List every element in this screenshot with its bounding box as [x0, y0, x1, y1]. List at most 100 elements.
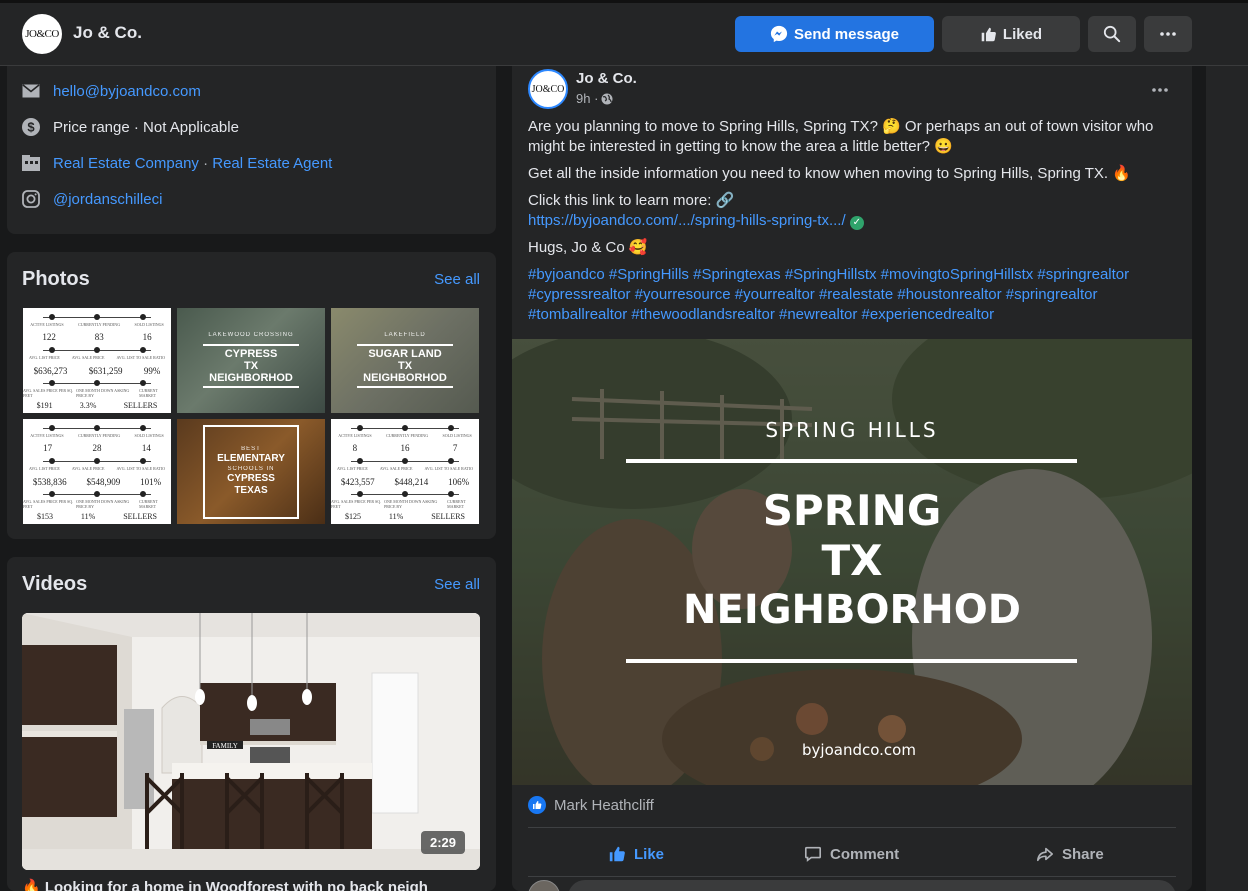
photo-thumb-schools[interactable]: BEST ELEMENTARY SCHOOLS IN CYPRESS TEXAS [177, 419, 325, 524]
photos-title: Photos [22, 268, 90, 290]
browser-edge [0, 0, 1248, 3]
image-website: byjoandco.com [802, 741, 916, 759]
stats-row-3: $125 11% SELLERS [344, 512, 465, 521]
post-paragraph-4: Hugs, Jo & Co 🥰 [528, 239, 648, 256]
stats-labels: ACTIVE LISTINGS CURRENTLY PENDING SOLD LIS… [338, 433, 472, 438]
cypress-bar [203, 385, 299, 388]
stats-row-2: $423,557 $448,214 106% [340, 477, 470, 487]
send-message-button[interactable]: Send message [735, 16, 934, 52]
post-author[interactable]: Jo & Co. [576, 70, 637, 87]
post-image[interactable]: SPRING HILLS SPRING TX NEIGHBORHOD byjoa… [512, 339, 1192, 785]
like-label: Like [634, 845, 665, 863]
search-button[interactable] [1088, 16, 1136, 52]
videos-card: Videos See all FAMILY 2:29 🔥 Looking for… [7, 557, 496, 891]
instagram-link[interactable]: @jordanschilleci [53, 191, 162, 208]
comment-label: Comment [830, 845, 900, 863]
photo-thumb-stats-3[interactable]: ACTIVE LISTINGS CURRENTLY PENDING SOLD LIS… [331, 419, 479, 524]
post-link[interactable]: https://byjoandco.com/.../spring-hills-s… [528, 212, 846, 229]
photos-see-all-link[interactable]: See all [434, 271, 480, 288]
stats-dot [140, 347, 146, 353]
thumbs-up-icon [981, 27, 996, 41]
stats-row-1: 17 28 14 [43, 443, 151, 453]
category-real-estate-company[interactable]: Real Estate Company [53, 155, 199, 172]
share-label: Share [1062, 845, 1104, 863]
stats-dot [140, 491, 146, 497]
videos-see-all-link[interactable]: See all [434, 576, 480, 593]
post-timestamp[interactable]: 9h · [576, 91, 613, 106]
actions-divider-bottom [528, 876, 1176, 877]
comment-button[interactable]: Comment [804, 836, 899, 872]
stats-dot [94, 380, 100, 386]
cypress-bar [203, 343, 299, 346]
liked-button[interactable]: Liked [942, 16, 1080, 52]
stats-dot [448, 425, 454, 431]
reactor-name: Mark Heathcliff [554, 796, 654, 814]
send-message-label: Send message [793, 25, 900, 43]
image-title-line-2: TX [821, 536, 882, 585]
stats-dot [94, 314, 100, 320]
schools-line-2: SCHOOLS IN [227, 466, 275, 472]
schools-line-3: CYPRESS [227, 473, 275, 484]
stats-row-3: $191 3.3% SELLERS [36, 401, 158, 410]
user-avatar[interactable] [528, 880, 560, 891]
video-caption[interactable]: 🔥 Looking for a home in Woodforest with … [22, 878, 480, 891]
post-avatar[interactable]: JO&CO [528, 69, 568, 109]
kitchen-sign-text: FAMILY [212, 742, 238, 750]
more-options-button[interactable] [1144, 16, 1192, 52]
stats-row-1: 8 16 7 [352, 443, 458, 453]
like-button[interactable]: Like [608, 836, 664, 872]
messenger-icon [770, 25, 788, 43]
kitchen-image: FAMILY [22, 613, 480, 870]
share-button[interactable]: Share [1036, 836, 1104, 872]
cypress-line-3: NEIGHBORHOD [209, 371, 293, 384]
comment-composer [528, 878, 1176, 891]
comment-input[interactable] [568, 880, 1176, 891]
instagram-icon [22, 190, 40, 208]
image-title-line-3: NEIGHBORHOD [683, 587, 1021, 633]
videos-title: Videos [22, 573, 88, 595]
dollar-icon: $ [22, 118, 40, 136]
image-rule-top [626, 459, 1077, 463]
like-reaction-icon [528, 796, 546, 814]
page-logo[interactable]: JO&CO [22, 14, 62, 54]
page-header: JO&CO Jo & Co. Send message Liked [0, 0, 1248, 66]
stats-dot [94, 425, 100, 431]
intro-card: hello@byjoandco.com $ Price range · Not … [7, 40, 496, 234]
cypress-line-2: TX [243, 359, 259, 372]
photos-card: Photos See all ACTIVE LISTINGS CURRENTLY … [7, 252, 496, 539]
photo-thumb-cypress[interactable]: LAKEWOOD CROSSING CYPRESS TX NEIGHBORHOD [177, 308, 325, 413]
stats-labels: AVG. LIST PRICE AVG. SALE PRICE AVG. LIST … [337, 466, 473, 471]
reactions-summary[interactable]: Mark Heathcliff [528, 796, 654, 814]
stats-labels: AVG. LIST PRICE AVG. SALE PRICE AVG. LIST … [29, 355, 165, 360]
stats-dot [402, 458, 408, 464]
post-paragraph-1: Are you planning to move to Spring Hills… [528, 118, 1154, 155]
globe-icon [601, 93, 613, 104]
stats-labels: AVG. LIST PRICE AVG. SALE PRICE AVG. LIST … [29, 466, 165, 471]
stats-labels: AVG. SALES PRICE PER SQ. FEET ONE MONTH D… [23, 499, 158, 509]
video-thumbnail[interactable]: FAMILY 2:29 [22, 613, 480, 870]
schools-line-0: BEST [241, 446, 261, 452]
svg-text:$: $ [27, 120, 35, 135]
sugarland-bar [357, 343, 453, 346]
stats-dot [140, 314, 146, 320]
stats-dot [49, 314, 55, 320]
image-rule-bottom [626, 659, 1077, 663]
schools-line-1: ELEMENTARY [217, 453, 285, 464]
stats-row-3: $153 11% SELLERS [36, 512, 157, 521]
stats-dot [357, 458, 363, 464]
photo-thumb-stats-2[interactable]: ACTIVE LISTINGS CURRENTLY PENDING SOLD LIS… [23, 419, 171, 524]
mail-icon [22, 82, 40, 100]
share-icon [1036, 847, 1054, 862]
email-link[interactable]: hello@byjoandco.com [53, 83, 201, 100]
sugarland-line-2: TX [397, 359, 413, 372]
building-icon [22, 154, 40, 172]
post-options-button[interactable] [1152, 76, 1168, 97]
category-row: Real Estate Company · Real Estate Agent [22, 154, 332, 172]
category-real-estate-agent[interactable]: Real Estate Agent [212, 155, 332, 172]
photo-thumb-sugarland[interactable]: LAKEFIELD SUGAR LAND TX NEIGHBORHOD [331, 308, 479, 413]
page-name[interactable]: Jo & Co. [73, 23, 142, 43]
sugarland-bar [357, 385, 453, 388]
thumbs-up-icon [609, 846, 625, 862]
post-hashtags[interactable]: #byjoandco #SpringHills #Springtexas #Sp… [528, 265, 1168, 325]
photo-thumb-stats-1[interactable]: ACTIVE LISTINGS CURRENTLY PENDING SOLD LIS… [23, 308, 171, 413]
